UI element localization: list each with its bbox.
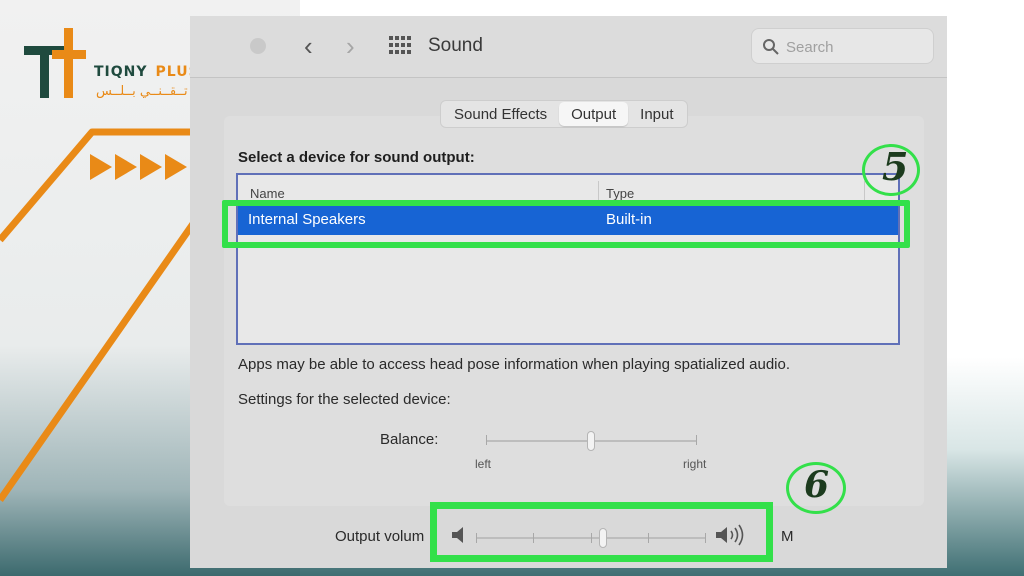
sound-preferences-window: ‹ › Sound Sound Effects Output Input Sel… [190, 16, 947, 568]
brand-name: TIQNY PLUS [94, 64, 200, 80]
window-toolbar: ‹ › Sound [190, 16, 947, 78]
balance-left-label: left [475, 457, 492, 471]
brand-name-main: TIQNY [94, 64, 148, 80]
volume-tick [705, 533, 706, 543]
balance-tick [486, 435, 487, 445]
volume-tick [476, 533, 477, 543]
output-volume-slider[interactable] [476, 528, 706, 548]
balance-tick [696, 435, 697, 445]
volume-tick [533, 533, 534, 543]
volume-slider-thumb[interactable] [598, 528, 607, 548]
step-5-number: 5 [882, 144, 909, 189]
window-title: Sound [428, 35, 483, 56]
tab-output[interactable]: Output [559, 102, 629, 126]
step-5-highlight-box [222, 200, 910, 248]
table-header: Name Type [238, 175, 898, 201]
play-arrows-icon [90, 154, 187, 180]
column-divider [598, 181, 599, 201]
spatial-audio-note: Apps may be able to access head pose inf… [238, 356, 791, 373]
output-volume-label: Output volum [335, 528, 425, 545]
mute-checkbox-label[interactable]: M [781, 528, 794, 545]
device-select-label: Select a device for sound output: [238, 149, 475, 166]
window-control-dot[interactable] [250, 38, 266, 54]
balance-slider-thumb[interactable] [587, 431, 595, 451]
column-divider [864, 181, 865, 201]
balance-right-label: right [683, 457, 707, 471]
output-device-table: Name Type Internal Speakers Built-in [236, 173, 900, 345]
sound-tabs: Sound Effects Output Input [440, 100, 688, 128]
forward-icon[interactable]: › [346, 32, 355, 60]
column-header-name[interactable]: Name [250, 186, 285, 201]
volume-tick [591, 533, 592, 543]
volume-high-icon [716, 524, 744, 546]
tab-input[interactable]: Input [628, 102, 685, 126]
brand-name-arabic: تــقــنــي بــلــس [96, 84, 188, 99]
brand-logo: TIQNY PLUS تــقــنــي بــلــس [22, 24, 202, 104]
tab-sound-effects[interactable]: Sound Effects [442, 102, 559, 126]
show-all-grid-icon[interactable] [389, 36, 411, 54]
search-box[interactable] [751, 28, 934, 64]
balance-slider[interactable] [480, 430, 702, 452]
back-icon[interactable]: ‹ [304, 32, 313, 60]
volume-tick [648, 533, 649, 543]
balance-label: Balance: [380, 431, 439, 448]
step-6-number: 6 [804, 464, 830, 506]
volume-low-icon [452, 527, 463, 543]
device-settings-label: Settings for the selected device: [238, 391, 451, 408]
column-header-type[interactable]: Type [606, 186, 634, 201]
search-icon [763, 39, 779, 55]
search-input[interactable] [786, 37, 926, 57]
brand-logo-mark-icon [24, 28, 86, 98]
